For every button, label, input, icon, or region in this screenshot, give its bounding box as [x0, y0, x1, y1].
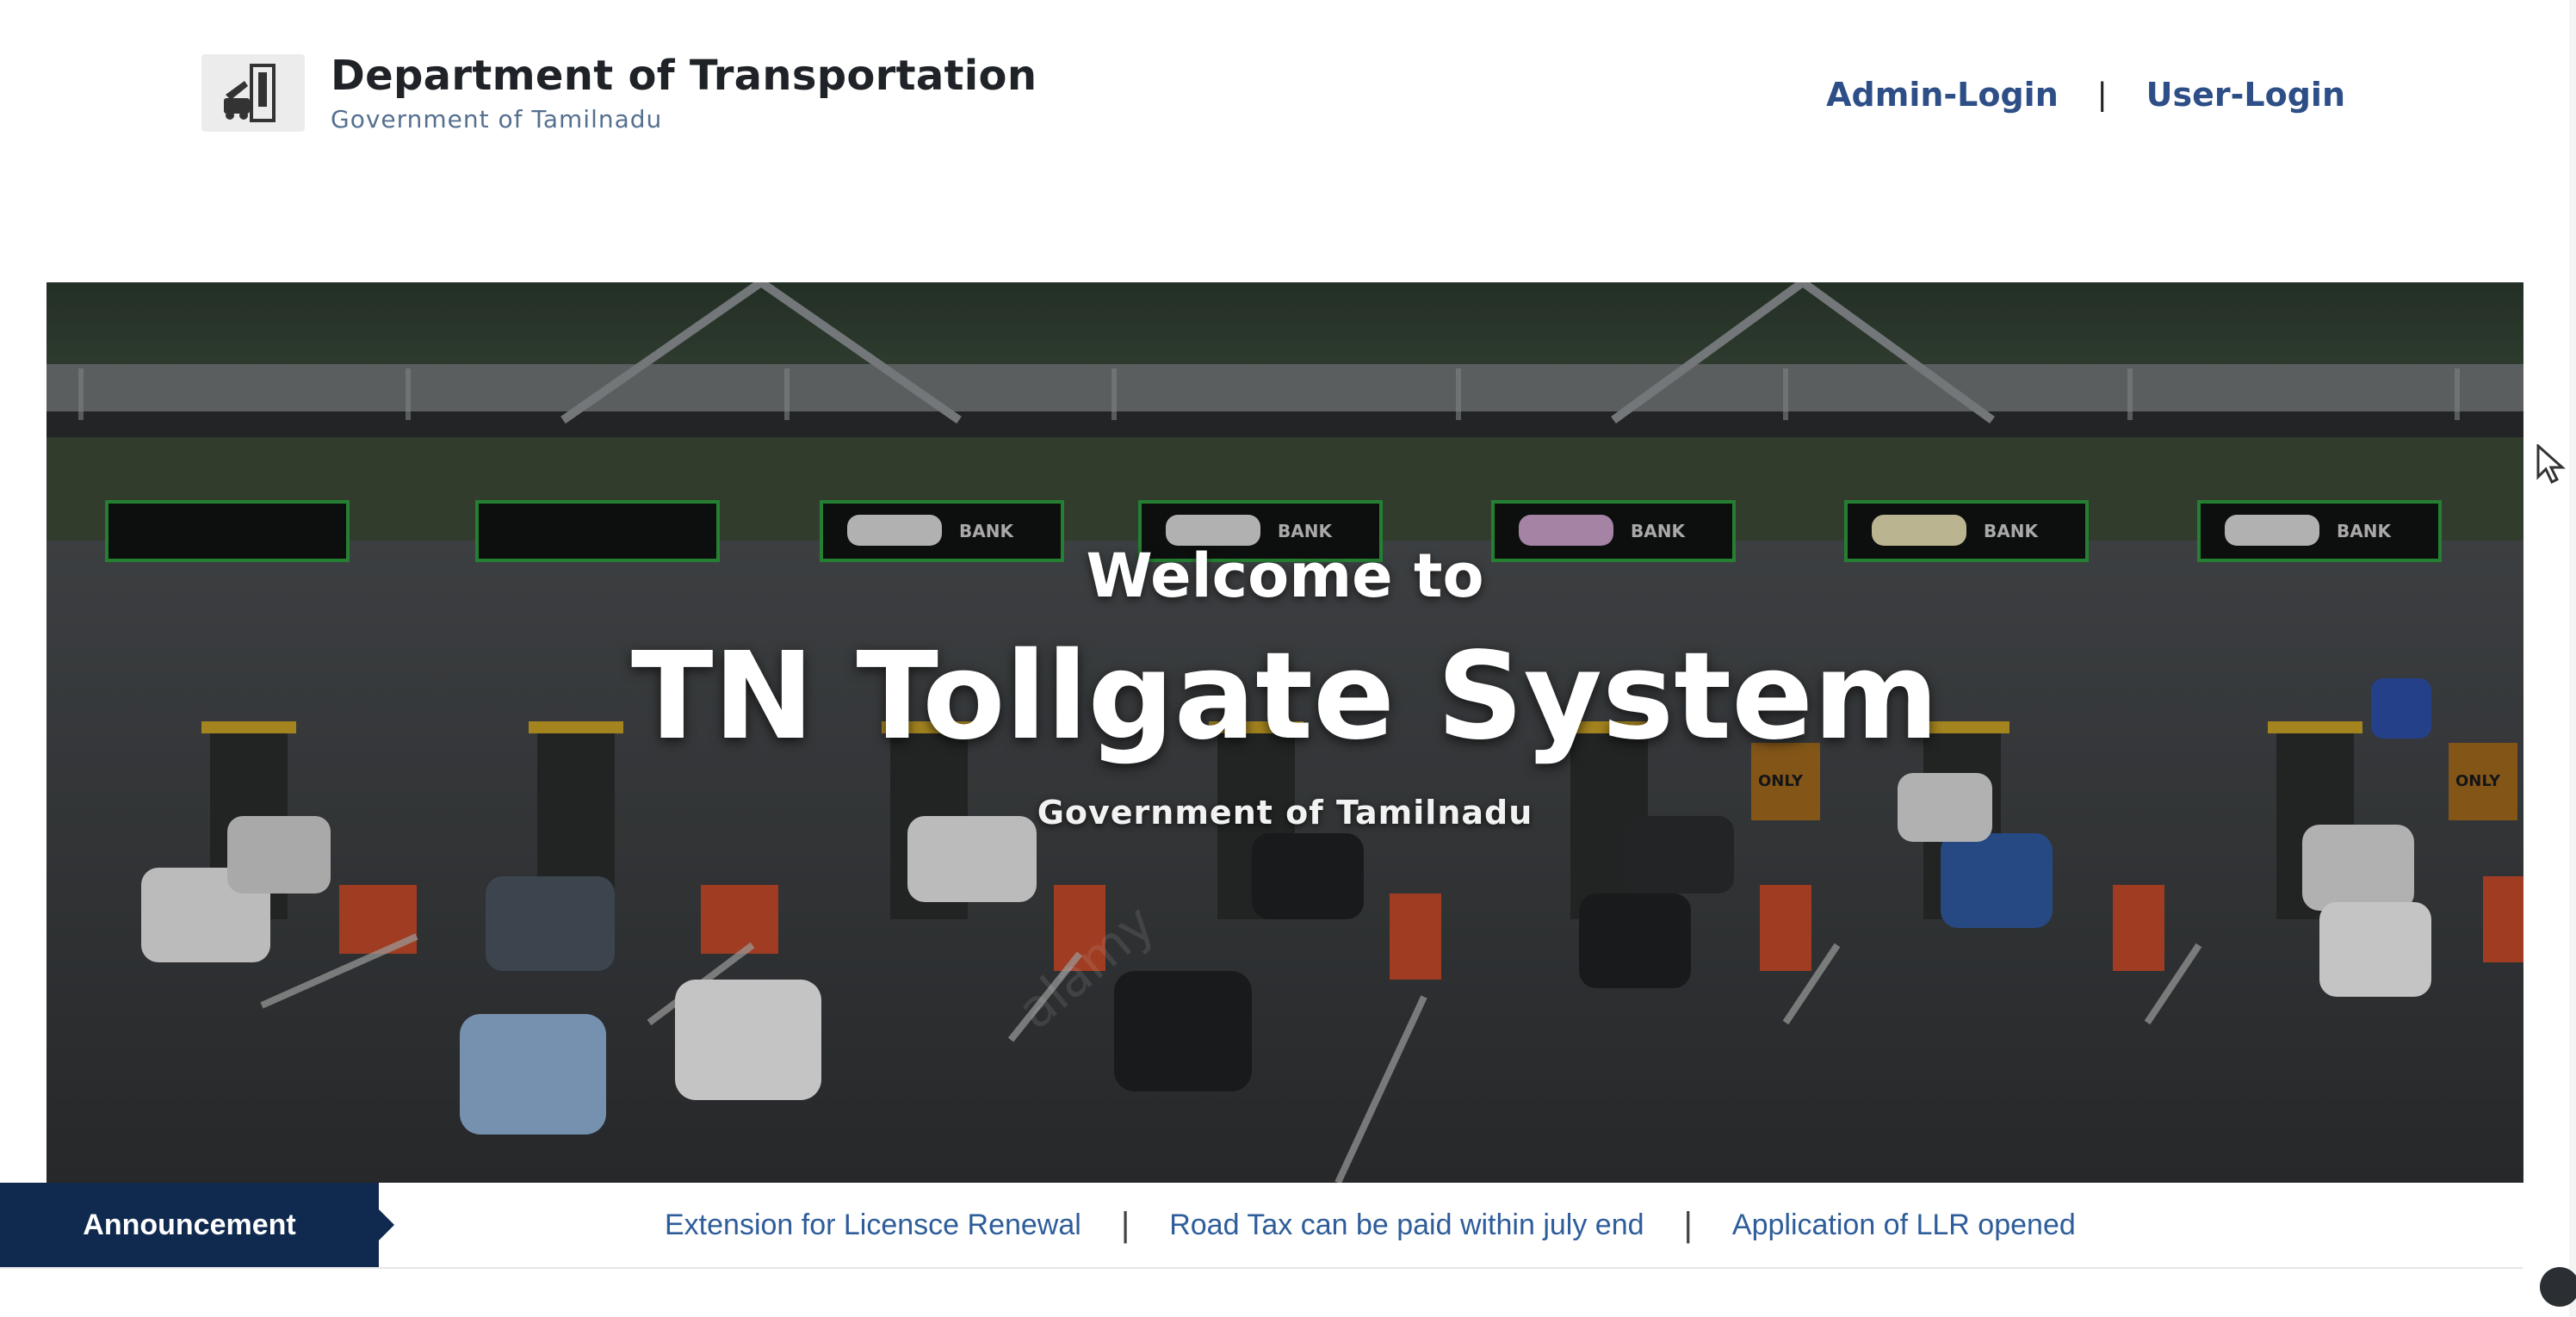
transport-building-icon: [201, 53, 305, 132]
announcement-item[interactable]: Road Tax can be paid within july end: [1169, 1209, 1644, 1242]
admin-login-link[interactable]: Admin-Login: [1826, 76, 2059, 114]
announcement-divider: |: [1683, 1205, 1693, 1244]
announcement-item[interactable]: Extension for Licensce Renewal: [665, 1209, 1081, 1242]
department-title: Department of Transportation: [331, 52, 1037, 100]
brand[interactable]: Department of Transportation Government …: [201, 52, 1037, 133]
announcement-item[interactable]: Application of LLR opened: [1732, 1209, 2076, 1242]
announcement-ticker: Extension for Licensce Renewal | Road Ta…: [665, 1183, 2076, 1267]
page: Department of Transportation Government …: [0, 0, 2576, 1317]
mouse-cursor-icon: [2536, 442, 2566, 488]
nav-separator: |: [2097, 76, 2107, 113]
hero-banner: BANK BANK BANK BANK BANK ONLY ONLY alamy…: [46, 282, 2523, 1183]
chat-widget-icon[interactable]: [2540, 1267, 2576, 1307]
user-login-link[interactable]: User-Login: [2146, 76, 2345, 114]
hero-subtitle: Government of Tamilnadu: [1037, 794, 1533, 832]
department-subtitle: Government of Tamilnadu: [331, 105, 663, 133]
top-nav: Admin-Login | User-Login: [1826, 76, 2345, 114]
hero-title: TN Tollgate System: [631, 627, 1939, 767]
announcement-bar: Announcement Extension for Licensce Rene…: [0, 1183, 2523, 1269]
announcement-divider: |: [1120, 1205, 1130, 1244]
hero-welcome-text: Welcome to: [1086, 541, 1484, 611]
announcement-label: Announcement: [0, 1183, 394, 1267]
site-header: Department of Transportation Government …: [0, 0, 2576, 258]
scrollbar[interactable]: [2569, 0, 2576, 1317]
